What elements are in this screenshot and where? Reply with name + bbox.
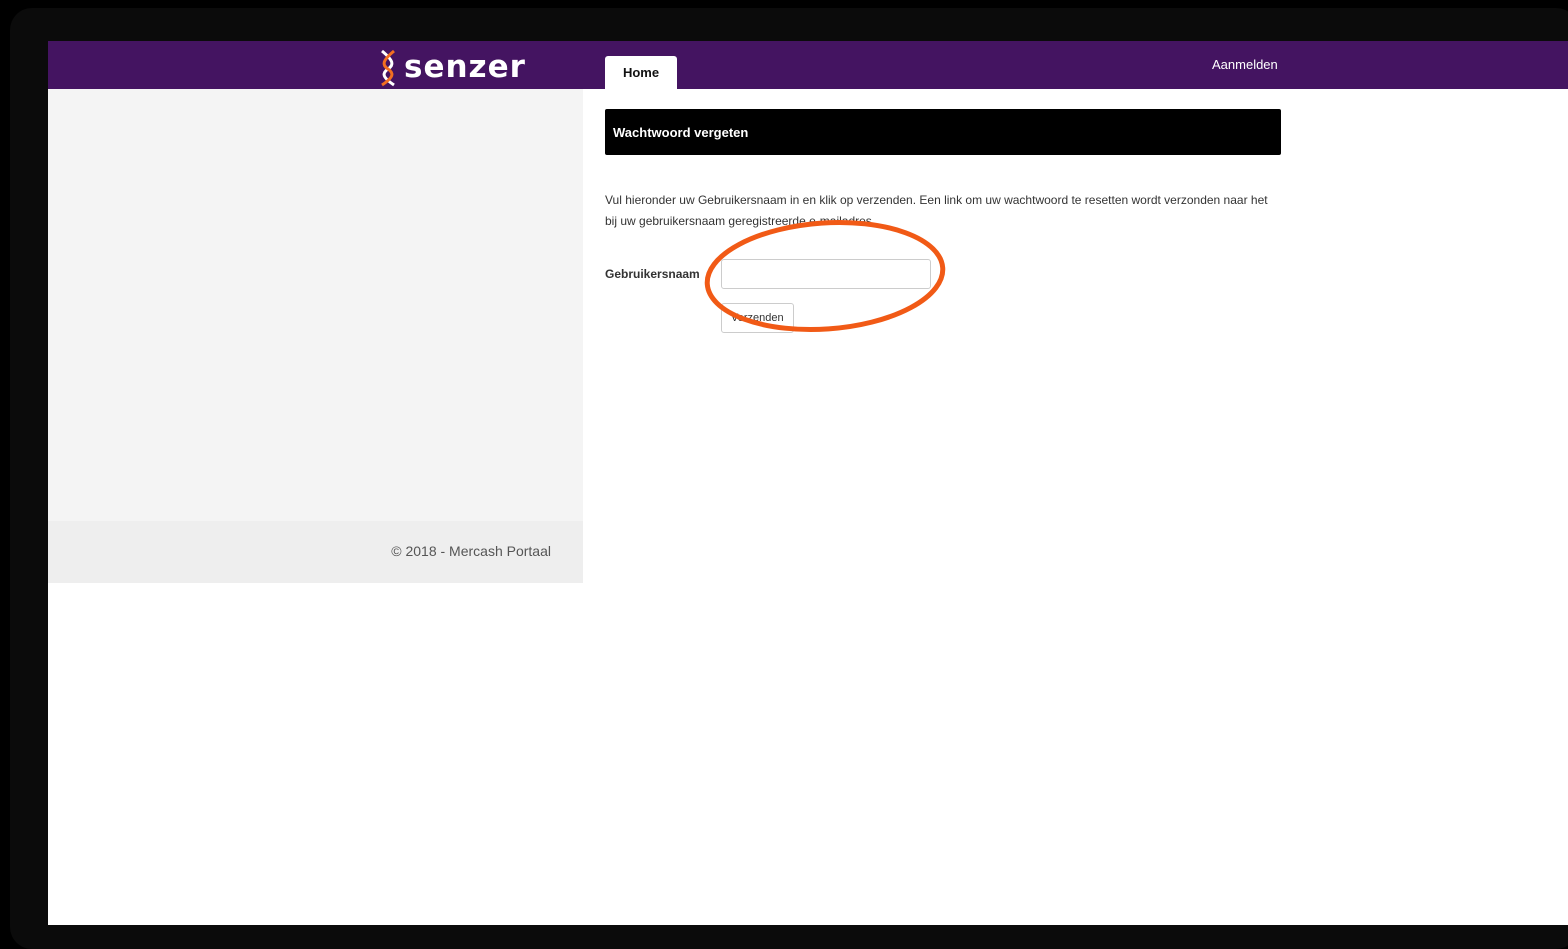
- footer: © 2018 - Mercash Portaal: [48, 521, 583, 583]
- device-frame: senzer Home Aanmelden © 2018 - Mercash P…: [10, 8, 1568, 949]
- copyright-text: © 2018 - Mercash Portaal: [391, 543, 551, 559]
- browser-viewport: senzer Home Aanmelden © 2018 - Mercash P…: [48, 41, 1568, 925]
- username-input[interactable]: [721, 259, 931, 289]
- sidebar-panel: [48, 89, 583, 521]
- submit-button[interactable]: Verzenden: [721, 303, 794, 333]
- instruction-text: Vul hieronder uw Gebruikersnaam in en kl…: [605, 193, 1268, 228]
- senzer-logo[interactable]: senzer: [378, 47, 526, 87]
- tab-home[interactable]: Home: [605, 56, 677, 89]
- page-title: Wachtwoord vergeten: [605, 109, 1281, 155]
- top-navigation-bar: senzer Home Aanmelden: [48, 41, 1568, 89]
- username-form-row: Gebruikersnaam: [605, 259, 1281, 289]
- login-link[interactable]: Aanmelden: [1212, 57, 1278, 72]
- username-label: Gebruikersnaam: [605, 267, 700, 281]
- logo-text: senzer: [404, 49, 526, 85]
- senzer-logo-icon: [381, 49, 395, 87]
- main-content: Wachtwoord vergeten Vul hieronder uw Geb…: [605, 109, 1281, 333]
